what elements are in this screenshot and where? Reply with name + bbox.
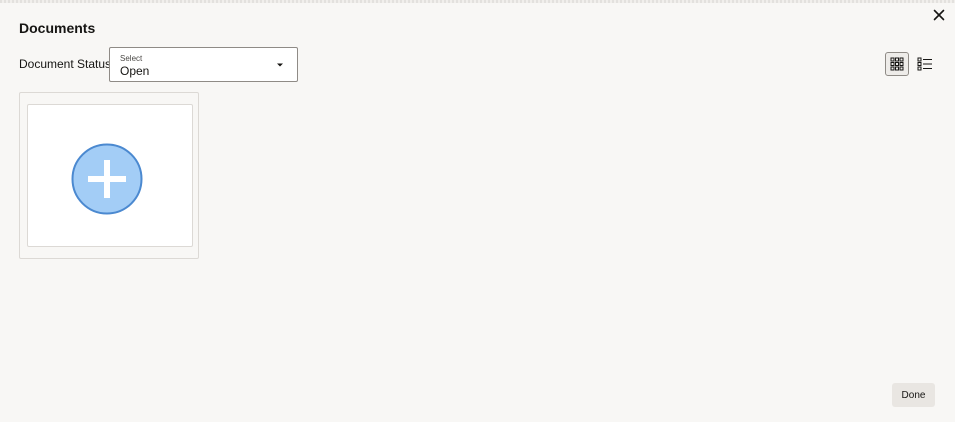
document-status-label: Document Status: [19,57,115,71]
list-view-button[interactable] [913,52,937,76]
caret-down-icon [277,63,283,67]
grid-view-button[interactable] [885,52,909,76]
top-border-strip [0,0,955,3]
add-circle-icon [71,143,143,215]
document-status-select[interactable]: Select Open [109,47,298,82]
close-icon [933,9,945,21]
add-document-card[interactable] [27,104,193,247]
add-document-card-container [19,92,199,259]
close-button[interactable] [929,5,949,25]
select-hint: Select [120,54,143,63]
grid-view-icon [890,57,904,71]
dialog-title: Documents [19,20,96,36]
documents-dialog: Documents Document Status: Select Open D… [0,0,955,422]
select-value: Open [120,64,150,78]
list-view-icon [917,57,932,71]
done-button[interactable]: Done [892,383,935,407]
